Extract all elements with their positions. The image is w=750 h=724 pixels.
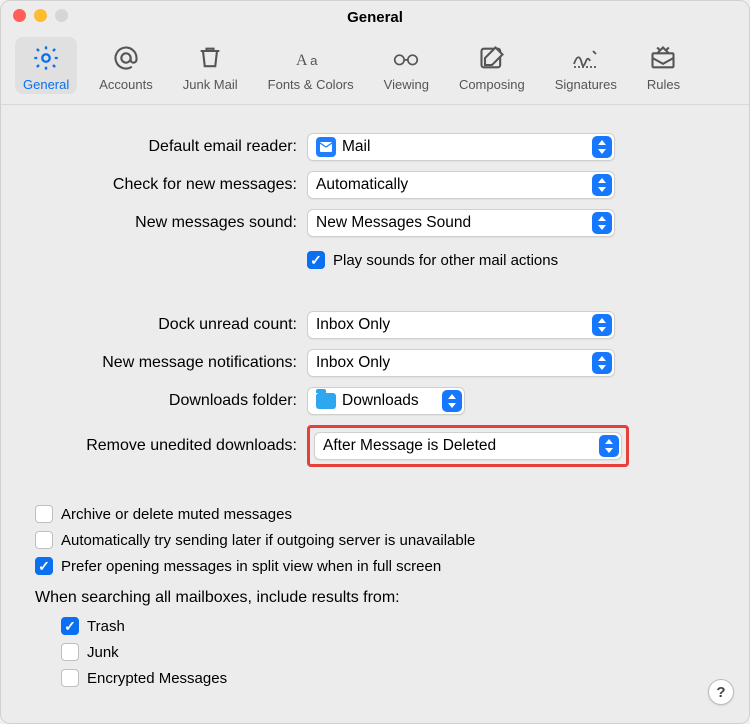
- glasses-icon: [391, 43, 421, 73]
- chevron-updown-icon: [592, 314, 612, 336]
- tab-viewing[interactable]: Viewing: [376, 37, 437, 94]
- new-notifications-popup[interactable]: Inbox Only: [307, 349, 615, 377]
- include-junk-label: Junk: [87, 644, 119, 661]
- signature-icon: [571, 43, 601, 73]
- popup-value: Automatically: [316, 176, 588, 194]
- label-default-reader: Default email reader:: [35, 138, 307, 156]
- check-messages-popup[interactable]: Automatically: [307, 171, 615, 199]
- preferences-toolbar: General Accounts Junk Mail Aa Fonts & Co…: [1, 33, 749, 105]
- zoom-window-button[interactable]: [55, 9, 68, 22]
- tab-junk-mail[interactable]: Junk Mail: [175, 37, 246, 94]
- label-downloads-folder: Downloads folder:: [35, 392, 307, 410]
- split-view-checkbox[interactable]: [35, 557, 53, 575]
- popup-value: Inbox Only: [316, 354, 588, 372]
- search-results-header: When searching all mailboxes, include re…: [35, 589, 715, 607]
- fonts-icon: Aa: [296, 43, 326, 73]
- downloads-folder-popup[interactable]: Downloads: [307, 387, 465, 415]
- dock-unread-popup[interactable]: Inbox Only: [307, 311, 615, 339]
- tab-label: Fonts & Colors: [268, 77, 354, 92]
- at-icon: [111, 43, 141, 73]
- popup-value: Downloads: [342, 392, 438, 410]
- chevron-updown-icon: [592, 352, 612, 374]
- remove-downloads-popup[interactable]: After Message is Deleted: [314, 432, 622, 460]
- retry-outgoing-checkbox[interactable]: [35, 531, 53, 549]
- tab-label: Accounts: [99, 77, 152, 92]
- tab-composing[interactable]: Composing: [451, 37, 533, 94]
- label-new-notifications: New message notifications:: [35, 354, 307, 372]
- play-sounds-checkbox[interactable]: [307, 251, 325, 269]
- tab-label: Junk Mail: [183, 77, 238, 92]
- include-junk-checkbox[interactable]: [61, 643, 79, 661]
- tab-label: Rules: [647, 77, 680, 92]
- chevron-updown-icon: [592, 174, 612, 196]
- popup-value: Inbox Only: [316, 316, 588, 334]
- tab-accounts[interactable]: Accounts: [91, 37, 160, 94]
- include-trash-checkbox[interactable]: [61, 617, 79, 635]
- include-encrypted-label: Encrypted Messages: [87, 670, 227, 687]
- tab-label: Composing: [459, 77, 525, 92]
- gear-icon: [31, 43, 61, 73]
- label-dock-unread: Dock unread count:: [35, 316, 307, 334]
- chevron-updown-icon: [592, 212, 612, 234]
- svg-text:A: A: [296, 52, 308, 69]
- tab-label: Signatures: [555, 77, 617, 92]
- retry-outgoing-label: Automatically try sending later if outgo…: [61, 532, 475, 549]
- popup-value: After Message is Deleted: [323, 437, 595, 455]
- tab-label: General: [23, 77, 69, 92]
- play-sounds-label: Play sounds for other mail actions: [333, 252, 558, 269]
- split-view-label: Prefer opening messages in split view wh…: [61, 558, 441, 575]
- archive-muted-label: Archive or delete muted messages: [61, 506, 292, 523]
- include-trash-label: Trash: [87, 618, 125, 635]
- compose-icon: [477, 43, 507, 73]
- tab-label: Viewing: [384, 77, 429, 92]
- mail-app-icon: [316, 137, 336, 157]
- chevron-updown-icon: [592, 136, 612, 158]
- include-encrypted-checkbox[interactable]: [61, 669, 79, 687]
- rules-icon: [648, 43, 678, 73]
- archive-muted-checkbox[interactable]: [35, 505, 53, 523]
- label-new-sound: New messages sound:: [35, 214, 307, 232]
- preferences-window: General General Accounts Junk Mail Aa Fo…: [0, 0, 750, 724]
- label-check-messages: Check for new messages:: [35, 176, 307, 194]
- tab-general[interactable]: General: [15, 37, 77, 94]
- tab-rules[interactable]: Rules: [639, 37, 688, 94]
- tab-signatures[interactable]: Signatures: [547, 37, 625, 94]
- window-title: General: [347, 9, 403, 26]
- new-sound-popup[interactable]: New Messages Sound: [307, 209, 615, 237]
- trash-bin-icon: [195, 43, 225, 73]
- svg-text:a: a: [310, 53, 318, 68]
- highlighted-setting: After Message is Deleted: [307, 425, 629, 467]
- chevron-updown-icon: [599, 435, 619, 457]
- general-pane: Default email reader: Mail Check for new…: [1, 105, 749, 723]
- close-window-button[interactable]: [13, 9, 26, 22]
- help-button[interactable]: ?: [708, 679, 734, 705]
- tab-fonts-colors[interactable]: Aa Fonts & Colors: [260, 37, 362, 94]
- popup-value: New Messages Sound: [316, 214, 588, 232]
- chevron-updown-icon: [442, 390, 462, 412]
- popup-value: Mail: [342, 138, 588, 156]
- folder-icon: [316, 393, 336, 409]
- window-controls: [13, 9, 68, 22]
- minimize-window-button[interactable]: [34, 9, 47, 22]
- default-reader-popup[interactable]: Mail: [307, 133, 615, 161]
- help-icon: ?: [716, 684, 725, 701]
- label-remove-downloads: Remove unedited downloads:: [35, 437, 307, 455]
- titlebar: General: [1, 1, 749, 33]
